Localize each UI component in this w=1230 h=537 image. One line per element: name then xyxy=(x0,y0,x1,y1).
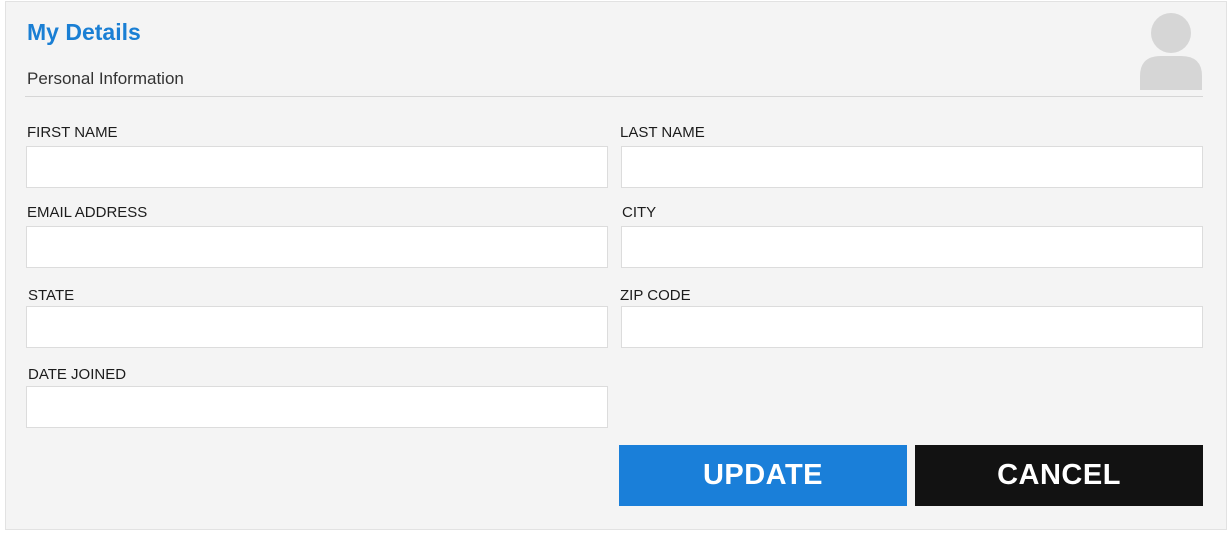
last-name-label: LAST NAME xyxy=(620,124,705,141)
section-subtitle: Personal Information xyxy=(27,69,184,88)
email-address-label: EMAIL ADDRESS xyxy=(27,204,148,221)
zip-code-input[interactable] xyxy=(621,306,1203,348)
user-avatar-icon xyxy=(1140,13,1202,90)
my-details-panel: My Details Personal Information FIRST NA… xyxy=(5,1,1227,530)
state-label: STATE xyxy=(28,287,75,304)
first-name-label: FIRST NAME xyxy=(27,124,118,141)
date-joined-input[interactable] xyxy=(26,386,608,428)
update-button[interactable]: UPDATE xyxy=(619,445,907,506)
date-joined-label: DATE JOINED xyxy=(28,366,127,383)
state-input[interactable] xyxy=(26,306,608,348)
header-divider xyxy=(25,96,1203,97)
last-name-input[interactable] xyxy=(621,146,1203,188)
first-name-input[interactable] xyxy=(26,146,608,188)
city-input[interactable] xyxy=(621,226,1203,268)
city-label: CITY xyxy=(622,204,657,221)
cancel-button[interactable]: CANCEL xyxy=(915,445,1203,506)
email-address-input[interactable] xyxy=(26,226,608,268)
page-title: My Details xyxy=(27,19,141,45)
zip-code-label: ZIP CODE xyxy=(620,287,691,304)
